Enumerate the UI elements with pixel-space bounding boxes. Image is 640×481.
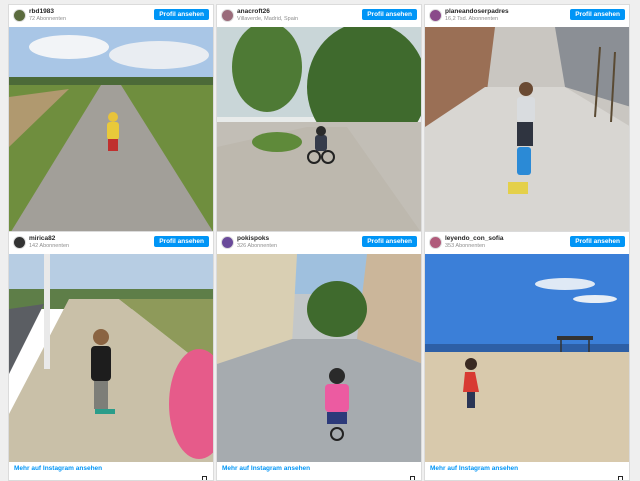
username[interactable]: rbd1983: [29, 8, 54, 15]
view-profile-button[interactable]: Profil ansehen: [362, 9, 417, 20]
view-more-instagram-link[interactable]: Mehr auf Instagram ansehen: [222, 465, 310, 472]
username[interactable]: planeandoserpadres: [445, 8, 509, 15]
instagram-post-5: pokispoks 326 Abonnenten Profil ansehen …: [216, 231, 422, 481]
follower-count: 326 Abonnenten: [237, 243, 278, 249]
view-more-instagram-link[interactable]: Mehr auf Instagram ansehen: [430, 465, 518, 472]
username[interactable]: anacroft26: [237, 8, 270, 15]
location: Villaverde, Madrid, Spain: [237, 16, 299, 22]
avatar[interactable]: [221, 9, 234, 22]
bookmark-icon[interactable]: [202, 476, 207, 480]
view-profile-button[interactable]: Profil ansehen: [154, 9, 209, 20]
post-photo[interactable]: [425, 27, 629, 233]
view-profile-button[interactable]: Profil ansehen: [570, 9, 625, 20]
follower-count: 142 Abonnenten: [29, 243, 70, 249]
instagram-post-4: mirica82 142 Abonnenten Profil ansehen M…: [8, 231, 214, 481]
post-photo[interactable]: [9, 27, 213, 233]
follower-count: 353 Abonnenten: [445, 243, 486, 249]
avatar[interactable]: [13, 9, 26, 22]
bookmark-icon[interactable]: [410, 476, 415, 480]
follower-count: 16,2 Tsd. Abonnenten: [445, 16, 499, 22]
post-header: leyendo_con_sofia 353 Abonnenten Profil …: [425, 232, 629, 254]
avatar[interactable]: [429, 236, 442, 249]
instagram-post-3: planeandoserpadres 16,2 Tsd. Abonnenten …: [424, 4, 630, 234]
username[interactable]: mirica82: [29, 235, 55, 242]
post-header: anacroft26 Villaverde, Madrid, Spain Pro…: [217, 5, 421, 27]
post-photo[interactable]: [217, 27, 421, 233]
avatar[interactable]: [429, 9, 442, 22]
username[interactable]: leyendo_con_sofia: [445, 235, 504, 242]
view-profile-button[interactable]: Profil ansehen: [154, 236, 209, 247]
instagram-post-6: leyendo_con_sofia 353 Abonnenten Profil …: [424, 231, 630, 481]
username[interactable]: pokispoks: [237, 235, 269, 242]
post-header: rbd1983 72 Abonnenten Profil ansehen: [9, 5, 213, 27]
post-actions: [221, 476, 252, 480]
view-more-instagram-link[interactable]: Mehr auf Instagram ansehen: [14, 465, 102, 472]
instagram-post-1: rbd1983 72 Abonnenten Profil ansehen: [8, 4, 214, 234]
avatar[interactable]: [13, 236, 26, 249]
post-photo[interactable]: [9, 254, 213, 462]
post-actions: [429, 476, 460, 480]
view-profile-button[interactable]: Profil ansehen: [570, 236, 625, 247]
instagram-post-2: anacroft26 Villaverde, Madrid, Spain Pro…: [216, 4, 422, 234]
post-header: pokispoks 326 Abonnenten Profil ansehen: [217, 232, 421, 254]
post-header: planeandoserpadres 16,2 Tsd. Abonnenten …: [425, 5, 629, 27]
post-photo[interactable]: [425, 254, 629, 462]
post-header: mirica82 142 Abonnenten Profil ansehen: [9, 232, 213, 254]
bookmark-icon[interactable]: [618, 476, 623, 480]
post-photo[interactable]: [217, 254, 421, 462]
post-actions: [13, 476, 44, 480]
follower-count: 72 Abonnenten: [29, 16, 67, 22]
avatar[interactable]: [221, 236, 234, 249]
view-profile-button[interactable]: Profil ansehen: [362, 236, 417, 247]
